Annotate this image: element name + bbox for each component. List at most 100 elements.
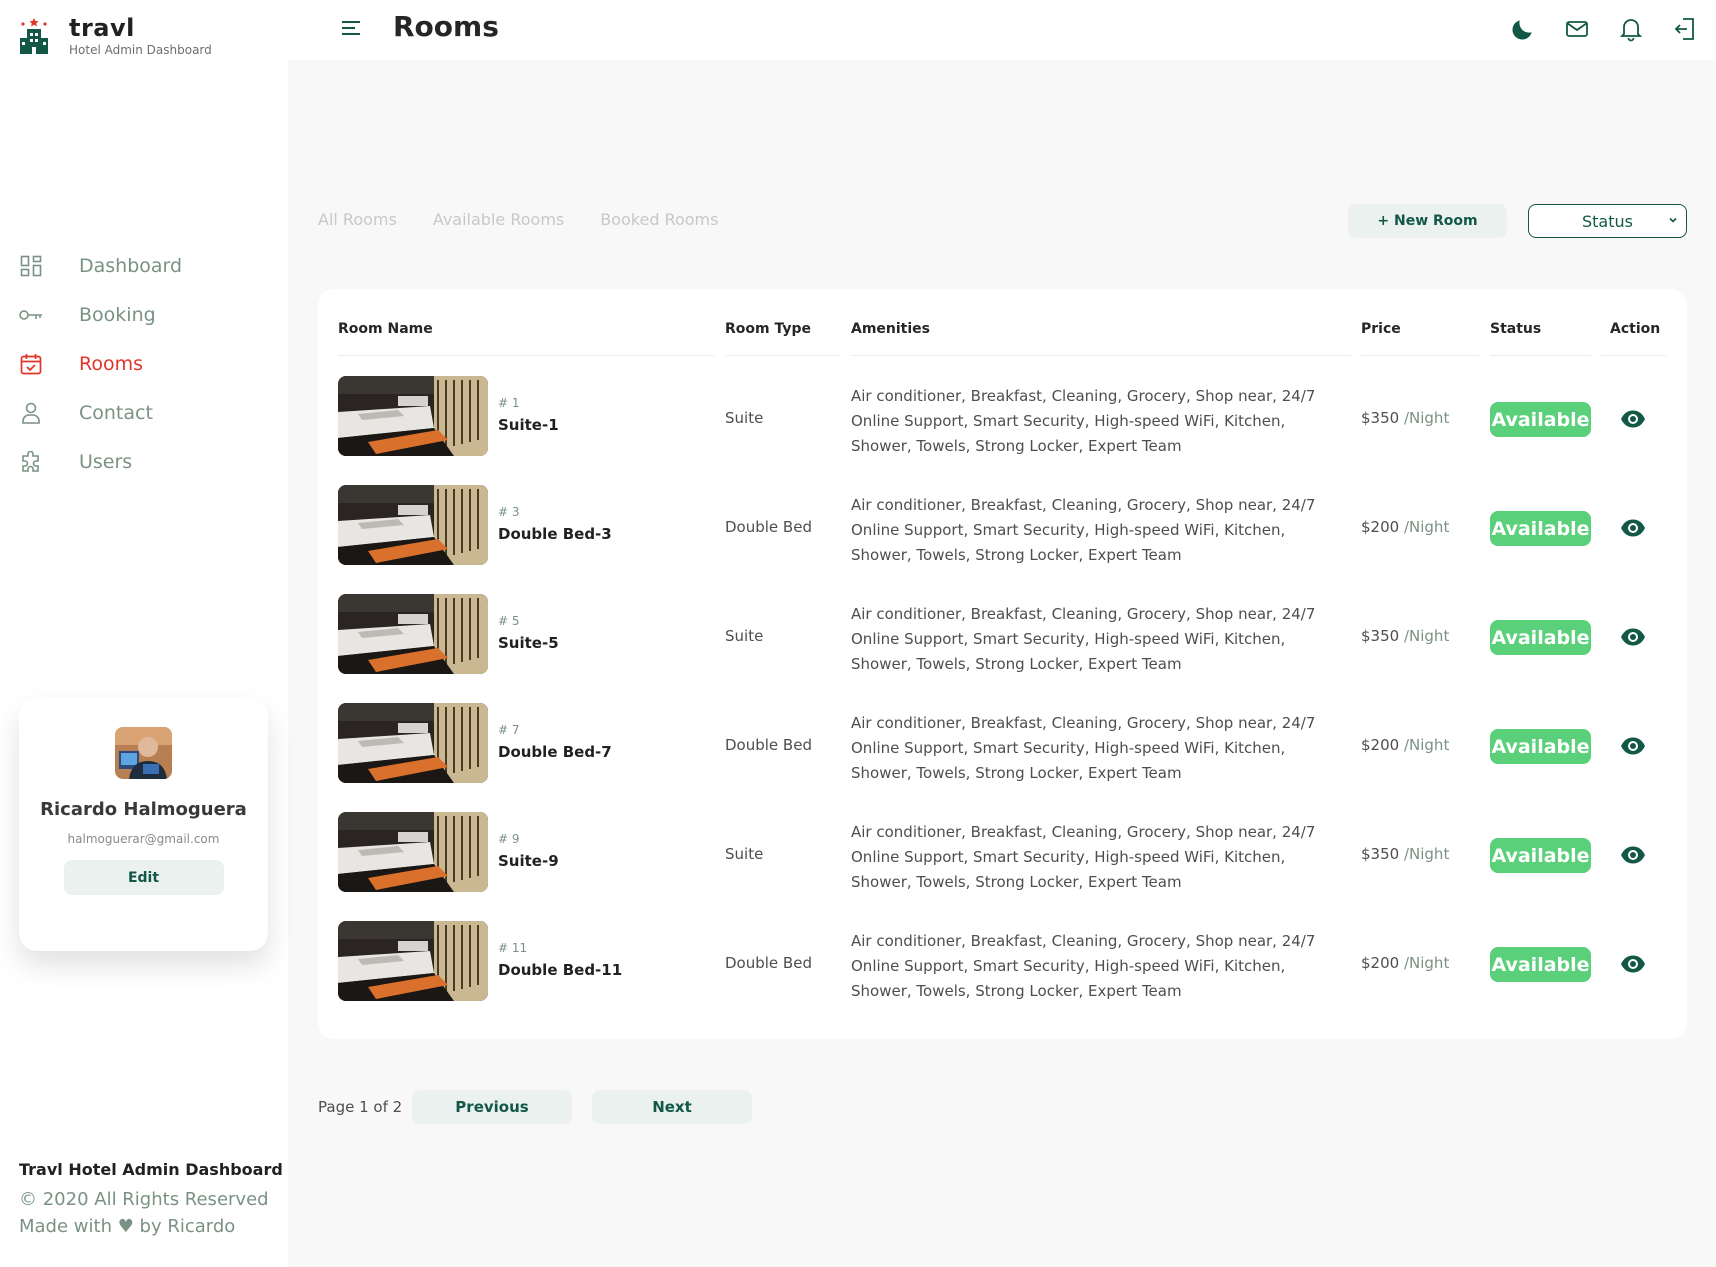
room-amenities: Air conditioner, Breakfast, Cleaning, Gr… [851, 714, 1316, 782]
logout-icon[interactable] [1670, 14, 1700, 44]
status-badge[interactable]: Available [1490, 511, 1591, 546]
tab-booked-rooms[interactable]: Booked Rooms [600, 210, 718, 229]
room-price: $350 /Night [1361, 845, 1449, 863]
header-divider [1490, 355, 1591, 356]
sidebar-item-label: Rooms [79, 352, 144, 375]
key-icon [18, 302, 44, 328]
table-row[interactable]: # 11 Double Bed-11 Double Bed Air condit… [318, 921, 1687, 1030]
view-eye-icon[interactable] [1620, 736, 1646, 756]
status-badge[interactable]: Available [1490, 947, 1591, 982]
pagination-info: Page 1 of 2 [318, 1098, 403, 1116]
brand-subtitle: Hotel Admin Dashboard [69, 43, 212, 57]
sidebar-item-users[interactable]: Users [0, 437, 288, 486]
calendar-icon [18, 351, 44, 377]
table-row[interactable]: # 9 Suite-9 Suite Air conditioner, Break… [318, 812, 1687, 921]
header-divider [338, 355, 715, 356]
room-price: $350 /Night [1361, 627, 1449, 645]
menu-icon[interactable] [340, 18, 364, 38]
table-row[interactable]: # 3 Double Bed-3 Double Bed Air conditio… [318, 485, 1687, 594]
bell-icon[interactable] [1616, 14, 1646, 44]
room-amenities: Air conditioner, Breakfast, Cleaning, Gr… [851, 605, 1316, 673]
room-amenities: Air conditioner, Breakfast, Cleaning, Gr… [851, 932, 1316, 1000]
price-unit: /Night [1403, 845, 1450, 863]
table-row[interactable]: # 5 Suite-5 Suite Air conditioner, Break… [318, 594, 1687, 703]
price-unit: /Night [1403, 627, 1450, 645]
header-divider [725, 355, 840, 356]
room-price: $200 /Night [1361, 518, 1449, 536]
room-type: Double Bed [725, 736, 812, 754]
column-header-status[interactable]: Status [1490, 321, 1541, 337]
status-badge[interactable]: Available [1490, 620, 1591, 655]
user-icon [18, 400, 44, 426]
column-header-action[interactable]: Action [1610, 321, 1660, 337]
status-badge[interactable]: Available [1490, 838, 1591, 873]
footer-copyright: © 2020 All Rights Reserved [19, 1189, 269, 1210]
status-badge[interactable]: Available [1490, 729, 1591, 764]
brand-logo[interactable]: travl Hotel Admin Dashboard [18, 16, 212, 57]
room-name: Suite-9 [498, 852, 559, 870]
mail-icon[interactable] [1562, 14, 1592, 44]
status-select[interactable]: Status [1528, 204, 1687, 238]
room-price: $200 /Night [1361, 954, 1449, 972]
tab-all-rooms[interactable]: All Rooms [318, 210, 397, 229]
table-row[interactable]: # 7 Double Bed-7 Double Bed Air conditio… [318, 703, 1687, 812]
price-unit: /Night [1403, 518, 1450, 536]
price-amount: $200 [1361, 518, 1400, 536]
room-photo [338, 812, 488, 892]
price-unit: /Night [1403, 954, 1450, 972]
room-type: Double Bed [725, 518, 812, 536]
status-badge[interactable]: Available [1490, 402, 1591, 437]
sidebar-item-rooms[interactable]: Rooms [0, 339, 288, 388]
edit-profile-button[interactable]: Edit [63, 860, 224, 895]
header-icons [1484, 14, 1700, 44]
room-type: Suite [725, 627, 764, 645]
hotel-logo-icon [20, 18, 48, 54]
page-title: Rooms [393, 10, 499, 43]
sidebar-item-contact[interactable]: Contact [0, 388, 288, 437]
room-number: # 1 [498, 396, 520, 410]
room-name: Double Bed-7 [498, 743, 612, 761]
price-amount: $200 [1361, 736, 1400, 754]
header-divider [1361, 355, 1479, 356]
price-unit: /Night [1403, 736, 1450, 754]
room-number: # 11 [498, 941, 528, 955]
chevron-down-icon [1669, 217, 1677, 223]
price-unit: /Night [1403, 409, 1450, 427]
room-type: Suite [725, 845, 764, 863]
column-header-room-name[interactable]: Room Name [338, 321, 433, 337]
sidebar-item-dashboard[interactable]: Dashboard [0, 241, 288, 290]
room-photo [338, 376, 488, 456]
sidebar-nav: Dashboard Booking Rooms Contact Users [0, 241, 288, 486]
previous-page-button[interactable]: Previous [412, 1090, 572, 1124]
column-header-amenities[interactable]: Amenities [851, 321, 930, 337]
room-photo [338, 485, 488, 565]
room-amenities: Air conditioner, Breakfast, Cleaning, Gr… [851, 823, 1316, 891]
view-eye-icon[interactable] [1620, 845, 1646, 865]
room-price: $350 /Night [1361, 409, 1449, 427]
avatar [115, 727, 172, 779]
view-eye-icon[interactable] [1620, 627, 1646, 647]
new-room-button[interactable]: + New Room [1348, 204, 1507, 238]
room-name: Double Bed-3 [498, 525, 612, 543]
tab-available-rooms[interactable]: Available Rooms [433, 210, 564, 229]
room-number: # 5 [498, 614, 520, 628]
room-amenities: Air conditioner, Breakfast, Cleaning, Gr… [851, 496, 1316, 564]
room-type: Suite [725, 409, 764, 427]
column-header-price[interactable]: Price [1361, 321, 1401, 337]
sidebar-item-booking[interactable]: Booking [0, 290, 288, 339]
room-tabs: All Rooms Available Rooms Booked Rooms [318, 210, 754, 229]
sidebar-item-label: Users [79, 450, 133, 473]
price-amount: $350 [1361, 845, 1400, 863]
sidebar-item-label: Booking [79, 303, 156, 326]
footer-title: Travl Hotel Admin Dashboard [19, 1160, 283, 1179]
view-eye-icon[interactable] [1620, 518, 1646, 538]
next-page-button[interactable]: Next [592, 1090, 752, 1124]
dashboard-icon [18, 253, 44, 279]
column-header-room-type[interactable]: Room Type [725, 321, 811, 337]
header-divider [1601, 355, 1667, 356]
moon-icon[interactable] [1508, 14, 1538, 44]
view-eye-icon[interactable] [1620, 409, 1646, 429]
view-eye-icon[interactable] [1620, 954, 1646, 974]
puzzle-icon [18, 449, 44, 475]
table-row[interactable]: # 1 Suite-1 Suite Air conditioner, Break… [318, 376, 1687, 485]
